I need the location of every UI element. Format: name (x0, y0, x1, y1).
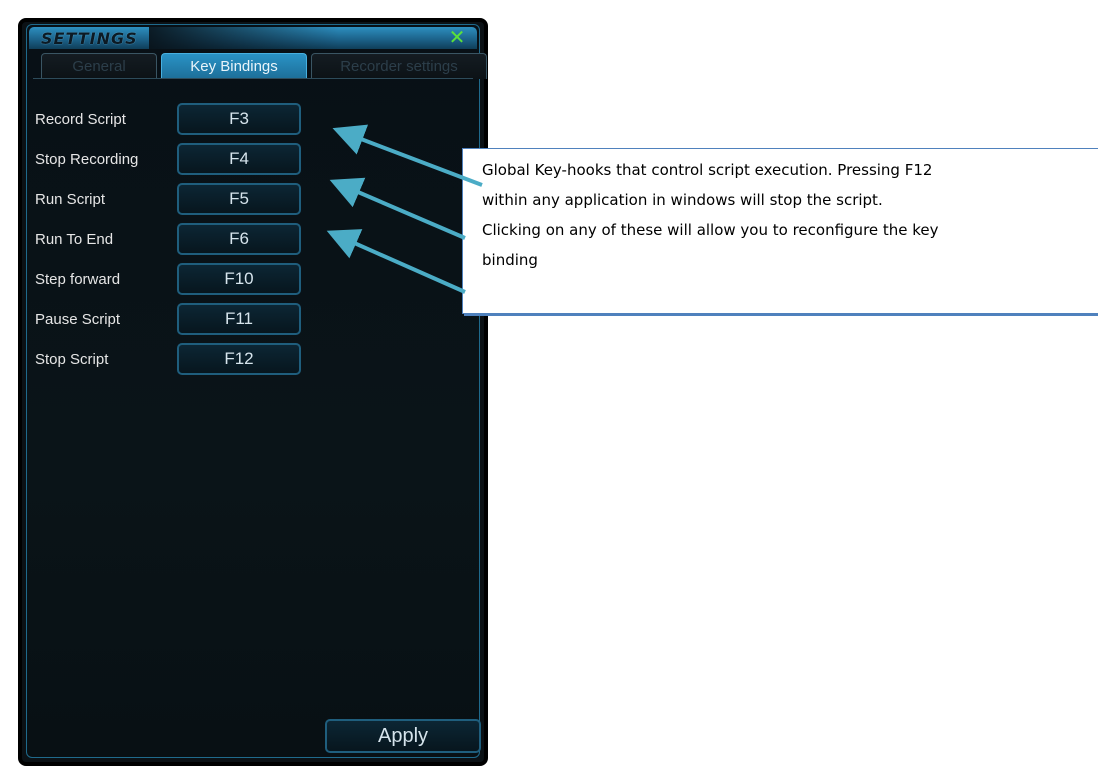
arrow-to-record-script (332, 124, 483, 187)
annotation-arrows (326, 124, 483, 294)
arrow-to-run-script (329, 177, 466, 240)
arrow-to-run-to-end (326, 229, 466, 294)
